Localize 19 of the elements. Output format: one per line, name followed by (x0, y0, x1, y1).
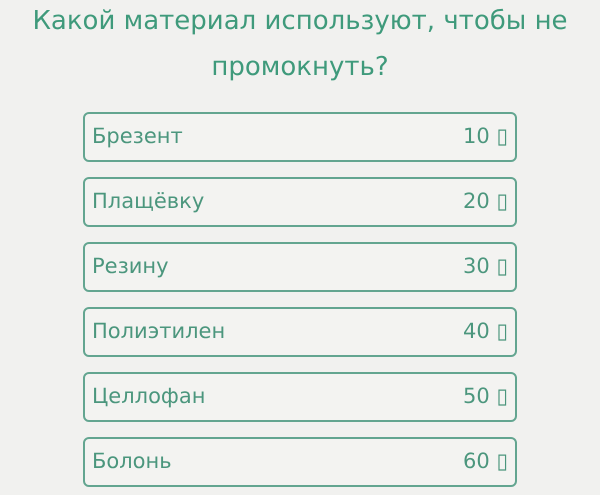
points-label: 40 ▯ (463, 318, 508, 346)
answer-option[interactable]: Резину 30 ▯ (83, 242, 517, 292)
answer-label: Брезент (92, 123, 183, 150)
points-label: 60 ▯ (463, 448, 508, 476)
answer-label: Резину (92, 253, 169, 280)
answer-option[interactable]: Болонь 60 ▯ (83, 437, 517, 487)
answer-option[interactable]: Брезент 10 ▯ (83, 112, 517, 162)
answer-option[interactable]: Целлофан 50 ▯ (83, 372, 517, 422)
question-title: Какой материал используют, чтобы не промокнуть? (31, 5, 569, 84)
answer-option[interactable]: Плащёвку 20 ▯ (83, 177, 517, 227)
answer-label: Плащёвку (92, 188, 204, 216)
answer-option[interactable]: Полиэтилен 40 ▯ (83, 307, 517, 357)
answer-label: Болонь (92, 448, 172, 476)
answer-label: Полиэтилен (92, 318, 226, 346)
points-label: 10 ▯ (463, 123, 508, 150)
points-label: 30 ▯ (463, 253, 508, 280)
answer-label: Целлофан (92, 383, 206, 410)
points-label: 20 ▯ (463, 188, 508, 216)
points-label: 50 ▯ (463, 383, 508, 410)
